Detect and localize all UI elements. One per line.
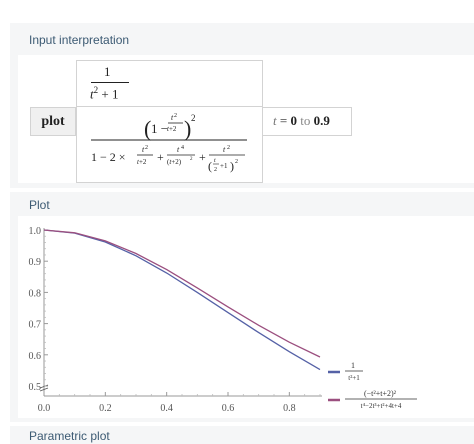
y-tick-label: 0.6 (29, 351, 42, 362)
legend-numerator: 1 (351, 361, 355, 370)
y-tick-label: 0.8 (29, 288, 42, 299)
x-tick-label: 0.6 (222, 403, 235, 414)
chart-series (43, 229, 321, 371)
y-tick-label: 0.5 (29, 382, 42, 393)
chart-legend: 1 t²+1 (−t²+t+2)² t⁴−2t³+t²+4t+4 (328, 361, 417, 410)
y-tick-label: 1.0 (29, 226, 42, 237)
legend-denominator: t²+1 (348, 374, 360, 382)
plot-chart: 1.0 0.9 0.8 0.7 0.6 0.5 0.0 0.2 0.4 0.6 0.8 1 t²+1 (… (29, 226, 417, 414)
series-line (43, 229, 321, 358)
y-tick-label: 0.9 (29, 257, 42, 268)
legend-denominator: t⁴−2t³+t²+4t+4 (361, 402, 402, 410)
y-tick-label: 0.7 (29, 320, 42, 331)
parametric-pod-title: Parametric plot (29, 429, 110, 443)
legend-numerator: (−t²+t+2)² (364, 389, 397, 398)
x-tick-label: 0.8 (283, 403, 296, 414)
series-line (43, 229, 321, 371)
x-tick-label: 0.2 (99, 403, 112, 414)
chart-axes: 1.0 0.9 0.8 0.7 0.6 0.5 0.0 0.2 0.4 0.6 0.8 (29, 226, 322, 414)
x-tick-label: 0.0 (38, 403, 51, 414)
x-tick-label: 0.4 (160, 403, 173, 414)
